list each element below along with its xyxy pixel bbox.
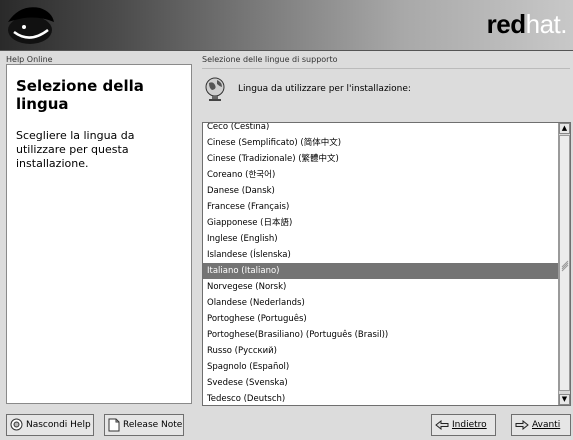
language-list-item[interactable]: Tedesco (Deutsch) xyxy=(203,391,560,405)
language-list-item[interactable]: Ceco (Čeština) xyxy=(203,123,560,135)
language-list[interactable]: Ceco (Čeština) Cinese (Semplificato) (简体中… xyxy=(202,122,571,406)
help-text: Scegliere la lingua da utilizzare per qu… xyxy=(16,129,135,170)
language-list-item[interactable]: Norvegese (Norsk) xyxy=(203,279,560,295)
language-list-item[interactable]: Svedese (Svenska) xyxy=(203,375,560,391)
frame-divider xyxy=(202,68,570,69)
language-list-item[interactable]: Russo (Русский) xyxy=(203,343,560,359)
language-list-item[interactable]: Cinese (Tradizionale) (繁體中文) xyxy=(203,151,560,167)
header-banner: redhat. xyxy=(0,0,573,51)
back-button[interactable]: Indietro xyxy=(431,414,496,436)
language-list-item[interactable]: Spagnolo (Español) xyxy=(203,359,560,375)
arrow-right-icon xyxy=(515,419,529,430)
arrow-left-icon xyxy=(435,419,449,430)
language-list-item[interactable]: Cinese (Semplificato) (简体中文) xyxy=(203,135,560,151)
next-label: Avanti xyxy=(532,420,561,430)
language-list-item[interactable]: Francese (Français) xyxy=(203,199,560,215)
scroll-up-arrow-icon[interactable]: ▲ xyxy=(559,123,570,134)
back-label: Indietro xyxy=(452,420,487,430)
document-icon xyxy=(108,418,120,431)
language-list-item[interactable]: Danese (Dansk) xyxy=(203,183,560,199)
next-button[interactable]: Avanti xyxy=(511,414,571,436)
redhat-brand-logo: redhat. xyxy=(486,9,568,39)
hide-help-button[interactable]: Nascondi Help xyxy=(6,414,94,436)
language-list-item[interactable]: Italiano (Italiano) xyxy=(203,263,560,279)
hide-help-label: Nascondi Help xyxy=(26,420,91,430)
list-scrollbar[interactable]: ▲ ▼ xyxy=(558,123,570,405)
language-list-item[interactable]: Islandese (Íslenska) xyxy=(203,247,560,263)
language-list-item[interactable]: Giapponese (日本語) xyxy=(203,215,560,231)
help-title: Selezione della lingua xyxy=(16,77,144,113)
help-lifebuoy-icon xyxy=(10,418,23,431)
scroll-grip-icon xyxy=(561,260,569,272)
release-notes-button[interactable]: Release Note xyxy=(104,414,184,436)
language-list-item[interactable]: Inglese (English) xyxy=(203,231,560,247)
globe-icon xyxy=(205,77,225,101)
scrollbar-thumb[interactable] xyxy=(559,135,570,391)
language-list-item[interactable]: Portoghese (Português) xyxy=(203,311,560,327)
help-panel: Selezione della lingua Scegliere la ling… xyxy=(6,64,192,404)
shadowman-logo-icon xyxy=(8,7,54,44)
language-list-item[interactable]: Portoghese(Brasiliano) (Português (Brasi… xyxy=(203,327,560,343)
language-list-item[interactable]: Coreano (한국어) xyxy=(203,167,560,183)
language-list-items: Ceco (Čeština) Cinese (Semplificato) (简体中… xyxy=(203,123,560,405)
language-frame-title: Selezione delle lingue di supporto xyxy=(202,55,338,64)
language-prompt: Lingua da utilizzare per l'installazione… xyxy=(238,84,411,94)
release-notes-label: Release Note xyxy=(123,420,183,430)
scroll-down-arrow-icon[interactable]: ▼ xyxy=(559,394,570,405)
help-frame-title: Help Online xyxy=(6,55,53,64)
language-list-item[interactable]: Olandese (Nederlands) xyxy=(203,295,560,311)
